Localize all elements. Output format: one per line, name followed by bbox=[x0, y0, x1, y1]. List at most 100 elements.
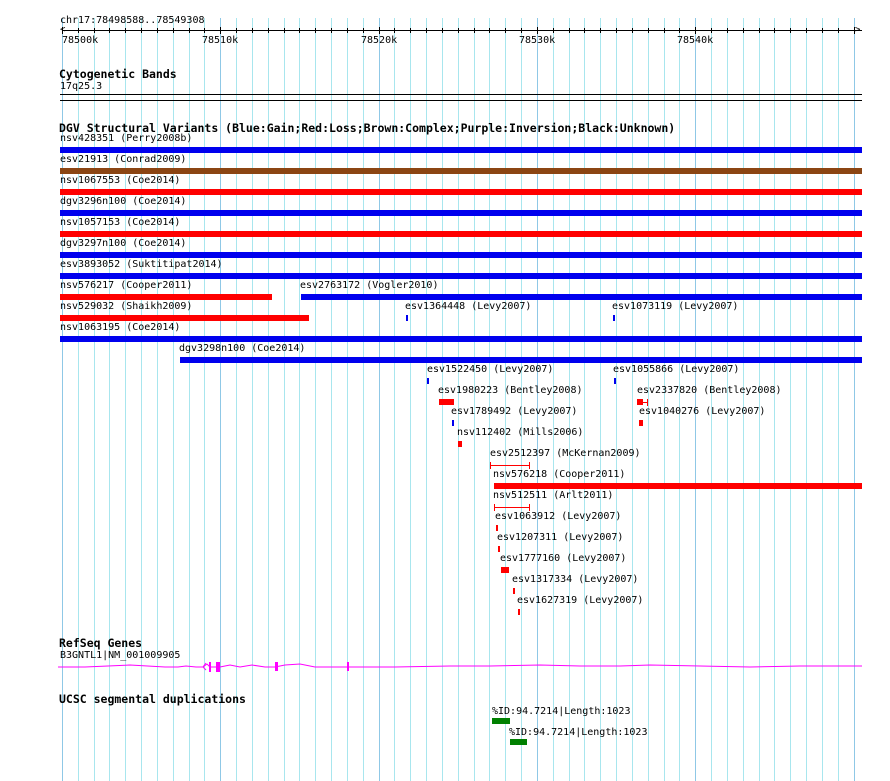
variant-feature[interactable] bbox=[518, 609, 520, 615]
ruler-tick bbox=[379, 27, 380, 34]
variant-feature[interactable] bbox=[60, 147, 862, 153]
variant-feature[interactable] bbox=[513, 588, 515, 594]
ruler-tick bbox=[822, 28, 823, 33]
variant-feature[interactable] bbox=[60, 336, 862, 342]
scroll-right-arrow-icon[interactable]: > bbox=[855, 25, 860, 36]
ruler-tick bbox=[569, 28, 570, 33]
variant-feature[interactable] bbox=[498, 546, 500, 552]
ruler-tick bbox=[315, 28, 316, 33]
ruler-tick bbox=[189, 28, 190, 33]
variant-label: nsv1067553 (Coe2014) bbox=[60, 175, 181, 186]
variant-label: nsv512511 (Arlt2011) bbox=[493, 490, 614, 501]
variant-label: esv1627319 (Levy2007) bbox=[517, 595, 644, 606]
variant-end-cap bbox=[494, 504, 495, 511]
ruler-tick bbox=[252, 28, 253, 33]
variant-feature[interactable] bbox=[60, 315, 309, 321]
variant-feature[interactable] bbox=[427, 378, 429, 384]
variant-label: nsv1063195 (Coe2014) bbox=[60, 322, 181, 333]
variant-feature[interactable] bbox=[494, 507, 529, 508]
variant-feature[interactable] bbox=[458, 441, 462, 447]
cytoband-line bbox=[60, 100, 862, 101]
variant-label: nsv1057153 (Coe2014) bbox=[60, 217, 181, 228]
variant-end-cap bbox=[529, 462, 530, 469]
variant-feature[interactable] bbox=[496, 525, 498, 531]
variant-label: esv1522450 (Levy2007) bbox=[427, 364, 554, 375]
variant-feature[interactable] bbox=[60, 252, 862, 258]
variant-feature[interactable] bbox=[60, 231, 862, 237]
segdup-feature[interactable] bbox=[492, 718, 510, 724]
variant-feature[interactable] bbox=[60, 294, 272, 300]
ruler-tick bbox=[236, 28, 237, 33]
segdup-label: %ID:94.7214|Length:1023 bbox=[492, 706, 631, 717]
variant-feature[interactable] bbox=[439, 399, 454, 405]
ruler-tick bbox=[458, 28, 459, 33]
ruler-tick bbox=[394, 28, 395, 33]
gene-intron-line bbox=[58, 663, 862, 668]
ruler-tick-label: 78530k bbox=[519, 35, 556, 46]
ruler-tick-label: 78500k bbox=[62, 35, 99, 46]
ruler-tick bbox=[173, 28, 174, 33]
variant-feature[interactable] bbox=[494, 483, 862, 489]
variant-label: esv1980223 (Bentley2008) bbox=[438, 385, 583, 396]
variant-feature[interactable] bbox=[301, 294, 862, 300]
variant-feature[interactable] bbox=[60, 189, 862, 195]
ruler-tick bbox=[711, 28, 712, 33]
variant-feature[interactable] bbox=[613, 315, 615, 321]
ruler-tick bbox=[78, 28, 79, 33]
variant-label: esv2337820 (Bentley2008) bbox=[637, 385, 782, 396]
ruler-tick bbox=[363, 28, 364, 33]
gene-model[interactable] bbox=[0, 650, 890, 680]
ruler-tick bbox=[679, 28, 680, 33]
ruler-tick bbox=[474, 28, 475, 33]
gene-exon bbox=[216, 662, 220, 672]
variant-feature[interactable] bbox=[501, 567, 509, 573]
variant-feature[interactable] bbox=[406, 315, 408, 321]
ruler-tick bbox=[838, 28, 839, 33]
segdup-label: %ID:94.7214|Length:1023 bbox=[509, 727, 648, 738]
variant-label: esv21913 (Conrad2009) bbox=[60, 154, 187, 165]
ruler-tick bbox=[442, 28, 443, 33]
ruler-tick bbox=[141, 28, 142, 33]
variant-label: dgv3298n100 (Coe2014) bbox=[179, 343, 306, 354]
ruler-tick bbox=[109, 28, 110, 33]
variant-label: esv1317334 (Levy2007) bbox=[512, 574, 639, 585]
ruler-tick bbox=[94, 28, 95, 33]
variant-end-cap bbox=[529, 504, 530, 511]
variant-label: esv2512397 (McKernan2009) bbox=[490, 448, 641, 459]
ruler-tick bbox=[600, 28, 601, 33]
ruler-tick bbox=[284, 28, 285, 33]
ruler-tick bbox=[125, 28, 126, 33]
variant-label: nsv576218 (Cooper2011) bbox=[493, 469, 626, 480]
variant-feature[interactable] bbox=[452, 420, 454, 426]
ruler-tick bbox=[204, 28, 205, 33]
variant-feature[interactable] bbox=[490, 465, 529, 466]
gene-exon bbox=[209, 662, 211, 672]
ruler-tick bbox=[774, 28, 775, 33]
ruler-tick bbox=[299, 28, 300, 33]
ruler-axis bbox=[62, 30, 862, 31]
ruler-tick bbox=[220, 27, 221, 34]
variant-feature[interactable] bbox=[639, 420, 643, 426]
cytoband-line bbox=[60, 94, 862, 95]
variant-feature[interactable] bbox=[180, 357, 862, 363]
ruler-tick bbox=[854, 27, 855, 34]
variant-label: esv1777160 (Levy2007) bbox=[500, 553, 627, 564]
ruler-tick bbox=[664, 28, 665, 33]
variant-label: dgv3296n100 (Coe2014) bbox=[60, 196, 187, 207]
ruler-tick bbox=[806, 28, 807, 33]
variant-feature[interactable] bbox=[60, 273, 862, 279]
variant-label: esv1063912 (Levy2007) bbox=[495, 511, 622, 522]
variant-feature[interactable] bbox=[614, 378, 616, 384]
ruler-tick bbox=[157, 28, 158, 33]
variant-label: nsv428351 (Perry2008b) bbox=[60, 133, 193, 144]
variant-feature[interactable] bbox=[60, 168, 862, 174]
ruler-tick bbox=[347, 28, 348, 33]
segdup-feature[interactable] bbox=[510, 739, 527, 745]
variant-label: esv2763172 (Vogler2010) bbox=[300, 280, 439, 291]
ruler-tick bbox=[648, 28, 649, 33]
variant-label: dgv3297n100 (Coe2014) bbox=[60, 238, 187, 249]
ruler-tick bbox=[616, 28, 617, 33]
ruler-tick bbox=[537, 27, 538, 34]
variant-feature[interactable] bbox=[60, 210, 862, 216]
ruler-tick bbox=[505, 28, 506, 33]
